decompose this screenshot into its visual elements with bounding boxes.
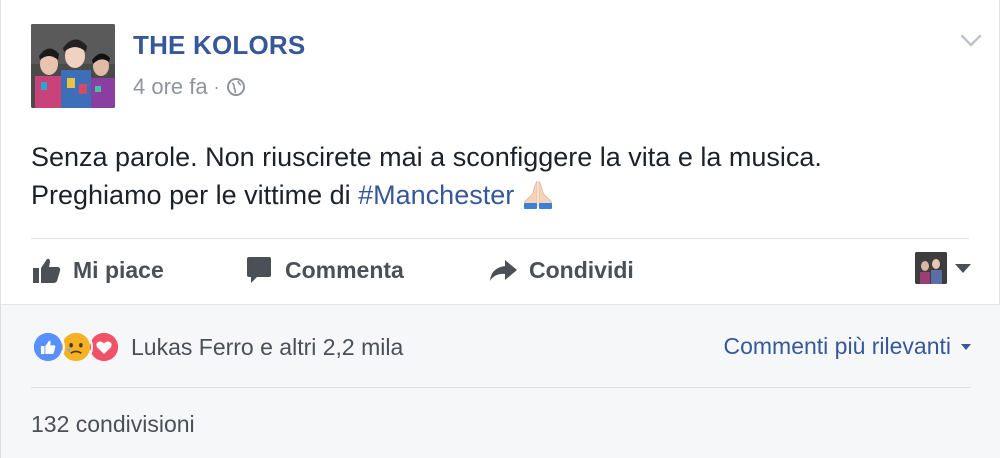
- caret-down-icon: [955, 263, 971, 273]
- hashtag-link[interactable]: #Manchester: [358, 180, 514, 210]
- reactions-row: Lukas Ferro e altri 2,2 mila Commenti pi…: [31, 329, 971, 365]
- comment-label: Commenta: [285, 256, 404, 283]
- actions-divider: [31, 238, 969, 239]
- globe-icon[interactable]: [226, 77, 246, 97]
- footer-divider: [31, 387, 971, 388]
- reaction-summary-link[interactable]: Lukas Ferro e altri 2,2 mila: [131, 334, 403, 361]
- comment-button[interactable]: Commenta: [243, 254, 404, 286]
- like-label: Mi piace: [73, 256, 164, 283]
- post-text-line-2: Preghiamo per le vittime di #Manchester: [31, 176, 971, 214]
- comment-bubble-icon: [247, 257, 271, 283]
- post-text-line-2-prefix: Preghiamo per le vittime di: [31, 180, 359, 210]
- post-card: THE KOLORS 4 ore fa · Senza parole. Non …: [0, 0, 1000, 458]
- meta-separator: ·: [213, 76, 220, 97]
- share-label: Condividi: [529, 256, 634, 283]
- sort-caret-icon: [961, 343, 971, 350]
- like-reaction-icon: [31, 330, 65, 364]
- action-bar: Mi piace Commenta Condividi: [31, 248, 971, 292]
- post-meta: 4 ore fa ·: [133, 74, 246, 100]
- page-name-link[interactable]: THE KOLORS: [133, 30, 305, 61]
- shares-count-link[interactable]: 132 condivisioni: [31, 411, 195, 438]
- timestamp-link[interactable]: 4 ore fa: [133, 74, 208, 100]
- post-text: Senza parole. Non riuscirete mai a sconf…: [31, 138, 971, 214]
- viewer-avatar: [915, 252, 947, 284]
- thumbs-up-icon: [33, 258, 61, 283]
- post-as-selector[interactable]: [915, 252, 971, 284]
- share-button[interactable]: Condividi: [487, 254, 634, 286]
- sort-label: Commenti più rilevanti: [723, 333, 951, 359]
- reaction-icons[interactable]: [31, 330, 121, 364]
- post-text-line-1: Senza parole. Non riuscirete mai a sconf…: [31, 142, 822, 172]
- folded-hands-emoji-icon: [524, 180, 553, 209]
- like-button[interactable]: Mi piace: [31, 254, 164, 286]
- comments-sort-dropdown[interactable]: Commenti più rilevanti: [723, 333, 971, 360]
- page-avatar[interactable]: [31, 24, 115, 108]
- post-footer: Lukas Ferro e altri 2,2 mila Commenti pi…: [1, 304, 1000, 458]
- share-arrow-icon: [490, 260, 517, 281]
- post-options-chevron-icon[interactable]: [957, 26, 985, 54]
